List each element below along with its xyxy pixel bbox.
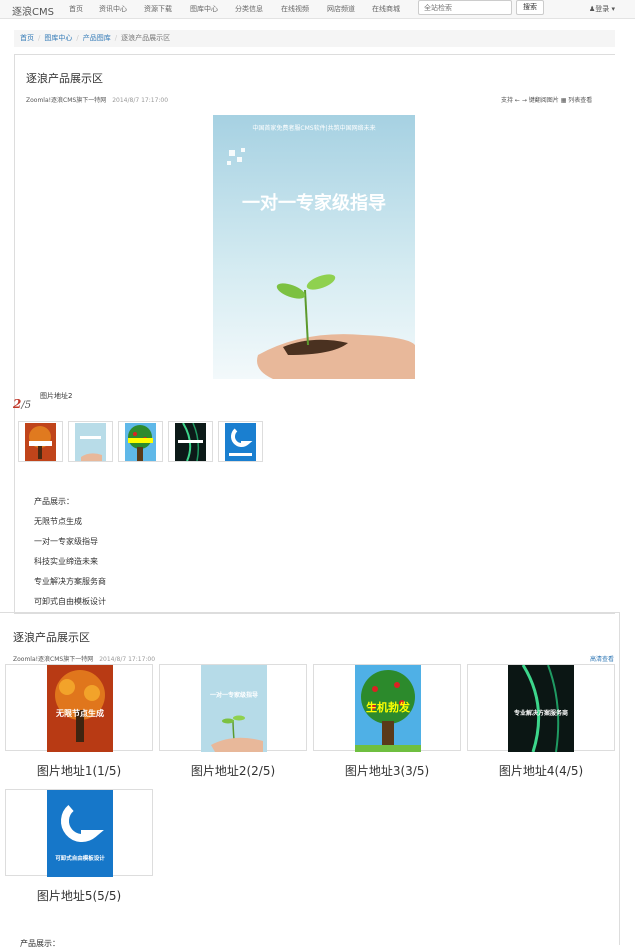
gallery-label-1[interactable]: 图片地址1(1/5)	[5, 762, 153, 779]
brand-logo[interactable]: 逐浪CMS	[12, 3, 54, 18]
gallery-label-4[interactable]: 图片地址4(4/5)	[467, 762, 615, 779]
gallery-label-5[interactable]: 图片地址5(5/5)	[5, 887, 153, 904]
description-line: 可卸式自由模板设计	[34, 597, 106, 606]
description-heading-cut: 产品展示：	[20, 939, 60, 948]
hd-view-link[interactable]: 高清查看	[590, 654, 614, 663]
main-image-top-text: 中国首家免费者服CMS软件|共筑中国网络未来	[252, 124, 375, 132]
login-label: 登录 ▾	[595, 5, 616, 13]
gallery-item-4[interactable]: 专业解决方案服务商	[467, 664, 615, 752]
breadcrumb-gallery[interactable]: 图库中心	[44, 34, 72, 42]
list-view-link[interactable]: 列表查看	[568, 97, 592, 104]
gallery-meta: Zoomla!逐浪CMS旗下一特网 2014/8/7 17:17:00	[13, 654, 155, 663]
keyboard-hint: 支持 ← → 键翻阅图片 ▦ 列表查看	[501, 95, 592, 104]
nav-item-home[interactable]: 首页	[69, 4, 83, 14]
nav-item-shop-channel[interactable]: 网店频道	[327, 4, 355, 14]
gallery-image-3-text: 生机勃发	[366, 700, 411, 714]
gallery-label-2[interactable]: 图片地址2(2/5)	[159, 762, 307, 779]
counter-total: /5	[21, 400, 32, 411]
gallery-image-1-text: 无限节点生成	[55, 708, 104, 718]
article-title: 逐浪产品展示区	[26, 72, 103, 85]
gallery-image-2-text: 一对一专家级指导	[210, 691, 258, 699]
main-product-image[interactable]: 中国首家免费者服CMS软件|共筑中国网络未来 一对一专家级指导	[213, 115, 415, 379]
top-navbar: 逐浪CMS 首页 资讯中心 资源下载 图库中心 分类信息 在线视频 网店频道 在…	[0, 0, 635, 19]
gallery-item-2[interactable]: 一对一专家级指导	[159, 664, 307, 752]
thumbnail-3[interactable]	[118, 421, 163, 462]
breadcrumb: 首页 / 图库中心 / 产品图库 / 逐浪产品展示区	[14, 30, 615, 47]
image-counter: 2/5	[13, 393, 31, 412]
search-button[interactable]: 搜索	[516, 0, 544, 15]
article-author[interactable]: Zoomla!逐浪CMS旗下一特网	[26, 97, 106, 104]
nav-item-mall[interactable]: 在线商城	[372, 4, 400, 14]
login-dropdown[interactable]: ♟登录 ▾	[589, 4, 615, 14]
gallery-item-1[interactable]: 无限节点生成	[5, 664, 153, 752]
description-line: 科技实业缔造未来	[34, 557, 98, 566]
gallery-author[interactable]: Zoomla!逐浪CMS旗下一特网	[13, 656, 93, 663]
gallery-item-5[interactable]: 可卸式自由模板设计	[5, 789, 153, 877]
thumbnail-1[interactable]	[18, 421, 63, 462]
article-meta: Zoomla!逐浪CMS旗下一特网 2014/8/7 17:17:00	[26, 95, 168, 104]
gallery-title: 逐浪产品展示区	[13, 631, 90, 644]
nav-item-downloads[interactable]: 资源下载	[144, 4, 172, 14]
breadcrumb-product-gallery[interactable]: 产品图库	[83, 34, 111, 42]
gallery-image-5-text: 可卸式自由模板设计	[55, 854, 105, 862]
grid-icon: ▦	[560, 97, 567, 104]
gallery-image-4-text: 专业解决方案服务商	[514, 709, 568, 717]
description-line: 一对一专家级指导	[34, 537, 98, 546]
gallery-item-3[interactable]: 生机勃发	[313, 664, 461, 752]
nav-item-video[interactable]: 在线视频	[281, 4, 309, 14]
main-image-headline: 一对一专家级指导	[242, 192, 386, 214]
description-line: 专业解决方案服务商	[34, 577, 106, 586]
gallery-date: 2014/8/7 17:17:00	[99, 656, 156, 663]
nav-item-news[interactable]: 资讯中心	[99, 4, 127, 14]
thumbnail-2[interactable]	[68, 421, 113, 462]
thumbnail-4[interactable]	[168, 421, 213, 462]
nav-item-gallery[interactable]: 图库中心	[190, 4, 218, 14]
keyboard-hint-text: 支持 ← → 键翻阅图片	[501, 97, 559, 104]
image-caption: 图片地址2	[40, 392, 73, 400]
breadcrumb-home[interactable]: 首页	[20, 34, 34, 42]
breadcrumb-current: 逐浪产品展示区	[121, 34, 171, 42]
thumbnail-5[interactable]	[218, 421, 263, 462]
nav-item-classifieds[interactable]: 分类信息	[235, 4, 263, 14]
article-date: 2014/8/7 17:17:00	[112, 97, 169, 104]
description-line: 无限节点生成	[34, 517, 82, 526]
description-heading: 产品展示：	[34, 497, 74, 506]
gallery-label-3[interactable]: 图片地址3(3/5)	[313, 762, 461, 779]
search-input[interactable]	[418, 0, 512, 15]
